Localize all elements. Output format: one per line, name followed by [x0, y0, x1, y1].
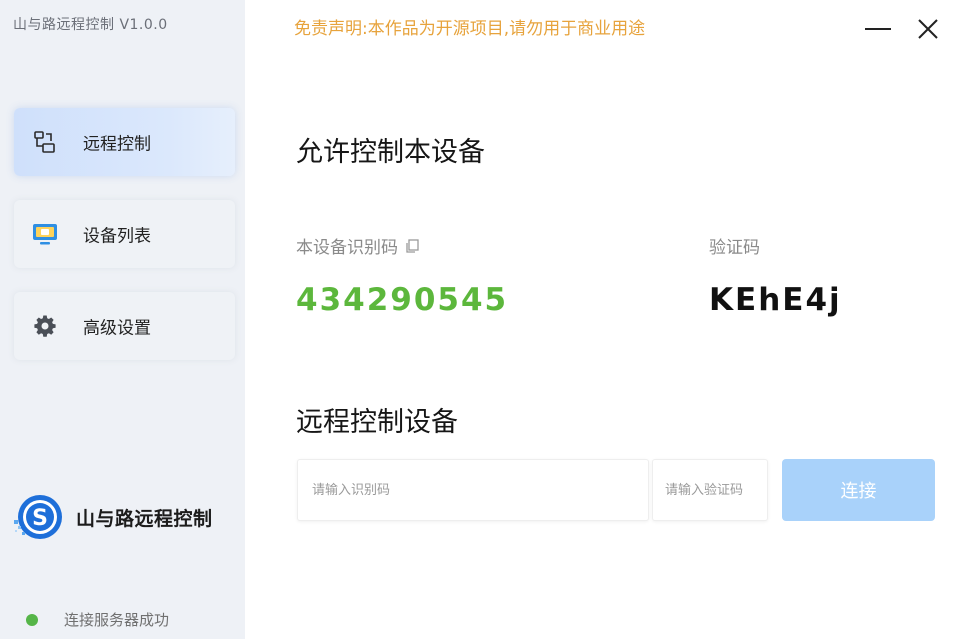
brand: S 山与路远程控制	[12, 490, 213, 544]
verify-code-value: KEhE4j	[709, 282, 842, 318]
verify-code-input[interactable]	[652, 459, 768, 521]
app-title: 山与路远程控制 V1.0.0	[13, 17, 168, 33]
device-id-label-group: 本设备识别码	[296, 233, 420, 258]
disclaimer: 免责声明:本作品为开源项目,请勿用于商业用途	[294, 19, 646, 39]
device-id-label: 本设备识别码	[296, 238, 398, 258]
copy-icon[interactable]	[404, 238, 420, 254]
minimize-icon	[865, 28, 891, 30]
sidebar-item-device-list[interactable]: 设备列表	[14, 200, 235, 268]
connection-status: 连接服务器成功	[26, 609, 169, 630]
close-button[interactable]	[913, 14, 943, 44]
close-icon	[918, 19, 938, 39]
status-dot-icon	[26, 613, 38, 626]
device-id-value: 434290545	[296, 282, 509, 318]
app-window: 山与路远程控制 V1.0.0 远程控制 设备列表 高级设置 S 山与路远程控制 …	[0, 0, 960, 639]
svg-text:S: S	[32, 506, 48, 531]
sidebar-item-label: 高级设置	[83, 318, 151, 339]
sidebar-item-label: 设备列表	[83, 226, 151, 247]
allow-control-title: 允许控制本设备	[296, 137, 485, 168]
brand-logo: S	[14, 495, 62, 539]
sidebar-item-advanced-settings[interactable]: 高级设置	[14, 292, 235, 360]
connect-button[interactable]: 连接	[782, 459, 935, 521]
sidebar: 山与路远程控制 V1.0.0 远程控制 设备列表 高级设置 S 山与路远程控制 …	[0, 0, 245, 639]
sidebar-item-remote-control[interactable]: 远程控制	[14, 108, 235, 176]
verify-code-label: 验证码	[709, 238, 760, 258]
monitor-icon	[32, 221, 58, 247]
status-text: 连接服务器成功	[64, 611, 170, 629]
gear-icon	[32, 313, 58, 339]
brand-name: 山与路远程控制	[76, 507, 213, 530]
remote-control-title: 远程控制设备	[296, 407, 458, 438]
remote-control-icon	[32, 129, 58, 155]
minimize-button[interactable]	[863, 14, 893, 44]
device-id-input[interactable]	[297, 459, 649, 521]
sidebar-item-label: 远程控制	[83, 134, 151, 155]
